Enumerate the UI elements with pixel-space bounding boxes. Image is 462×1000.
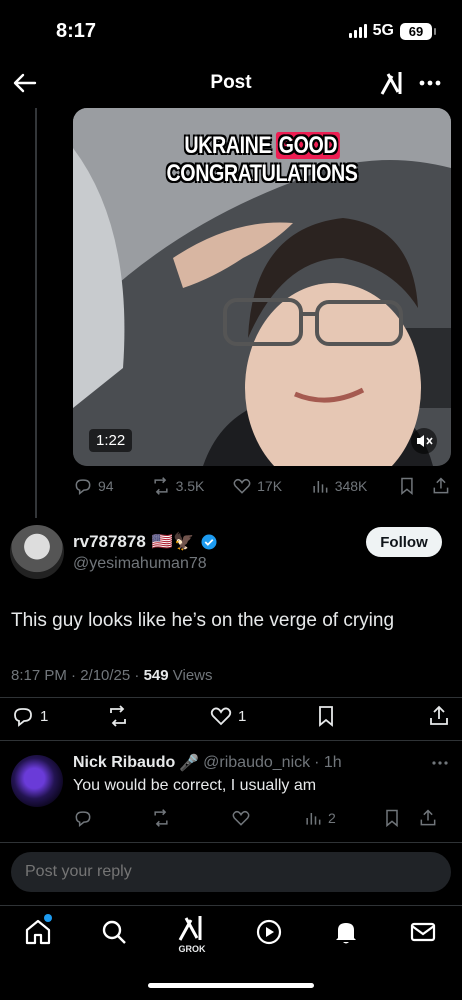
network-label: 5G (372, 22, 394, 39)
view-count: 348K (334, 478, 368, 494)
post-meta: 8:17 PM · 2/10/25 · 549 Views (11, 667, 213, 684)
nested-reply-actions: 2 (73, 808, 451, 828)
bell-icon[interactable] (330, 916, 362, 948)
divider (0, 697, 462, 698)
reply-text: You would be correct, I usually am (73, 777, 317, 794)
author-handle[interactable]: @yesimahuman78 (73, 555, 207, 573)
share-icon[interactable] (418, 808, 438, 828)
like-icon (233, 478, 251, 494)
views-button[interactable]: 348K (310, 476, 396, 496)
divider (0, 842, 462, 843)
reply-icon (14, 708, 32, 727)
post-timestamp: 8:17 PM · 2/10/25 · (11, 667, 144, 684)
search-icon[interactable] (98, 916, 130, 948)
status-bar: 8:17 5G 69 (0, 0, 462, 62)
reply-icon (75, 479, 91, 496)
reply-icon[interactable] (73, 808, 93, 828)
repost-count: 3.5K (175, 478, 205, 494)
reply-input[interactable] (11, 852, 451, 892)
reply-author[interactable]: rv787878 🇺🇸🦅 (73, 532, 218, 552)
like-count: 17K (257, 478, 283, 494)
caption-text-end: CONGRATULATIONS (166, 160, 358, 187)
post-views-count: 549 (143, 667, 169, 684)
avatar[interactable] (10, 525, 64, 579)
status-indicators: 5G 69 (348, 22, 436, 40)
grok-label: GROK (178, 944, 206, 954)
repost-button[interactable]: 3.5K (151, 476, 233, 496)
caption-text-start: UKRAINE (184, 132, 277, 159)
post-actions: 94 3.5K 17K 348K (73, 476, 451, 496)
verified-icon (201, 534, 217, 550)
bookmark-icon[interactable] (397, 476, 417, 496)
follow-button[interactable]: Follow (366, 527, 442, 557)
home-notification-dot (44, 914, 52, 922)
bookmark-icon[interactable] (382, 808, 402, 828)
repost-icon[interactable] (151, 808, 171, 828)
avatar[interactable] (11, 755, 63, 807)
views-button[interactable]: 2 (303, 808, 336, 828)
views-icon (306, 813, 321, 825)
author-handle: @ribaudo_nick (203, 754, 311, 771)
display-name: Nick Ribaudo (73, 754, 176, 771)
reply-count: 1 (40, 707, 49, 725)
like-count: 1 (238, 707, 247, 725)
reply-button[interactable]: 94 (73, 476, 151, 496)
status-time: 8:17 (56, 20, 97, 42)
reply-author[interactable]: Nick Ribaudo 🎤 @ribaudo_nick · 1h (73, 753, 342, 773)
divider (0, 740, 462, 741)
bookmark-icon[interactable] (314, 704, 338, 728)
home-indicator (148, 983, 314, 988)
like-icon[interactable] (231, 808, 251, 828)
more-icon[interactable] (416, 68, 444, 98)
mute-icon[interactable] (411, 428, 437, 454)
post-views-label: Views (168, 667, 213, 684)
grok-icon[interactable] (176, 912, 208, 944)
reply-count: 94 (98, 478, 114, 494)
thread-line (35, 108, 37, 518)
views-icon (313, 481, 328, 493)
play-icon[interactable] (253, 916, 285, 948)
name-emoji: 🎤 (179, 755, 200, 772)
display-name: rv787878 (73, 532, 146, 551)
mail-icon[interactable] (407, 916, 439, 948)
name-emoji: 🇺🇸🦅 (151, 532, 195, 551)
signal-icon (348, 24, 367, 38)
reply-age: · 1h (314, 754, 342, 771)
reply-button[interactable]: 1 (11, 704, 48, 728)
caption-highlight: GOOD (276, 132, 340, 159)
post-text: This guy looks like he’s on the verge of… (11, 610, 395, 631)
like-button[interactable]: 17K (232, 476, 310, 496)
video-player[interactable]: UKRAINE GOOD CONGRATULATIONS 1:22 (73, 108, 451, 466)
post-header: Post (0, 62, 462, 104)
share-icon[interactable] (431, 476, 451, 496)
like-icon (210, 707, 232, 726)
grok-icon[interactable] (378, 68, 408, 98)
like-button[interactable]: 1 (209, 704, 246, 728)
video-duration: 1:22 (89, 429, 133, 452)
repost-icon[interactable] (106, 704, 130, 728)
share-icon[interactable] (427, 704, 451, 728)
video-caption: UKRAINE GOOD CONGRATULATIONS (107, 132, 417, 188)
more-icon[interactable] (430, 758, 450, 768)
repost-icon (153, 477, 168, 495)
reply-post-actions: 1 1 (11, 704, 451, 728)
battery-icon: 69 (400, 22, 436, 40)
view-count: 2 (328, 810, 336, 826)
